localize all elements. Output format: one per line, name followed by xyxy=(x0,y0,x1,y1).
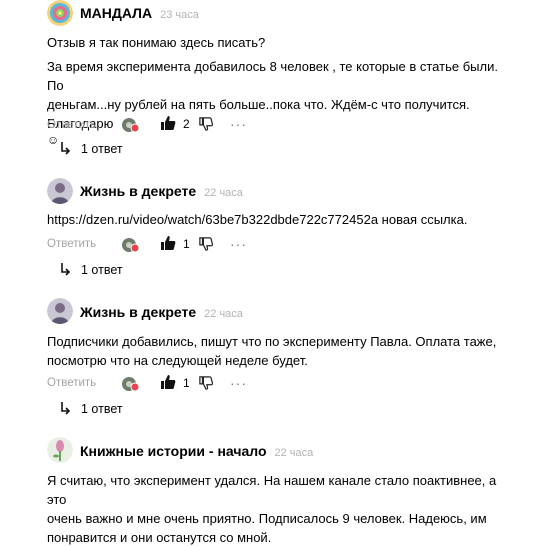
comment-line: Я считаю, что эксперимент удался. На наш… xyxy=(47,473,497,507)
comment-text: Подписчики добавились, пишут что по эксп… xyxy=(47,332,517,370)
liked-by-avatar-icon xyxy=(122,117,140,133)
mandala-avatar[interactable] xyxy=(47,0,73,26)
like-icon[interactable] xyxy=(160,115,176,131)
comment-line: понравится и они останутся со мной. xyxy=(47,530,272,545)
replies-count: 1 ответ xyxy=(81,402,123,416)
dislike-icon[interactable] xyxy=(199,117,214,131)
comment-author[interactable]: Жизнь в декрете 22 часа xyxy=(80,183,243,199)
like-count: 1 xyxy=(183,376,190,390)
comment-line: Подписчики добавились, пишут что по эксп… xyxy=(47,334,497,349)
liked-by-avatar-icon xyxy=(122,376,140,392)
comment-text: Отзыв я так понимаю здесь писать? За вре… xyxy=(47,33,517,147)
comment-actions: Ответить xyxy=(47,234,96,254)
reply-arrow-icon xyxy=(61,263,70,276)
like-icon[interactable] xyxy=(160,374,176,390)
reply-arrow-icon xyxy=(61,402,70,415)
person-avatar[interactable] xyxy=(47,298,73,324)
reply-arrow-icon xyxy=(61,142,70,155)
comment-time: 22 часа xyxy=(204,308,243,320)
more-options-icon[interactable]: ··· xyxy=(230,117,247,131)
comment-line: https://dzen.ru/video/watch/63be7b322dbd… xyxy=(47,212,468,227)
person-avatar[interactable] xyxy=(47,178,73,204)
comment-text: https://dzen.ru/video/watch/63be7b322dbd… xyxy=(47,210,517,229)
comment-time: 22 часа xyxy=(204,187,243,199)
replies-count: 1 ответ xyxy=(81,263,123,277)
comment-line: Отзыв я так понимаю здесь писать? xyxy=(47,35,266,50)
replies-count: 1 ответ xyxy=(81,142,123,156)
show-replies-button[interactable]: 1 ответ xyxy=(60,142,123,156)
like-icon[interactable] xyxy=(160,235,176,251)
comment-line: посмотрю что на следующей неделе будет. xyxy=(47,353,308,368)
comment-line: За время эксперимента добавилось 8 челов… xyxy=(47,59,498,93)
like-count: 1 xyxy=(183,237,190,251)
reply-button[interactable]: Ответить xyxy=(47,119,96,131)
comment-text: Я считаю, что эксперимент удался. На наш… xyxy=(47,471,517,547)
comment-line: деньгам...ну рублей на пять больше..пока… xyxy=(47,97,470,131)
more-options-icon[interactable]: ··· xyxy=(230,376,247,390)
liked-by-avatar-icon xyxy=(122,237,140,253)
comment-author[interactable]: Жизнь в декрете 22 часа xyxy=(80,304,243,320)
comment-line: очень важно и мне очень приятно. Подписа… xyxy=(47,511,487,526)
dislike-icon[interactable] xyxy=(199,376,214,390)
comment-actions: Ответить xyxy=(47,373,96,393)
show-replies-button[interactable]: 1 ответ xyxy=(60,263,123,277)
dislike-icon[interactable] xyxy=(199,237,214,251)
comment-time: 23 часа xyxy=(160,9,199,21)
comment-time: 22 часа xyxy=(274,447,314,459)
reply-button[interactable]: Ответить xyxy=(47,238,96,250)
show-replies-button[interactable]: 1 ответ xyxy=(60,402,123,416)
more-options-icon[interactable]: ··· xyxy=(230,237,247,251)
like-count: 2 xyxy=(183,117,190,131)
comment-author[interactable]: МАНДАЛА 23 часа xyxy=(80,5,199,21)
comment-actions: Ответить xyxy=(47,115,96,135)
flower-avatar[interactable] xyxy=(47,437,73,463)
reply-button[interactable]: Ответить xyxy=(47,377,96,389)
comment-author[interactable]: Книжные истории - начало 22 часа xyxy=(80,443,313,459)
